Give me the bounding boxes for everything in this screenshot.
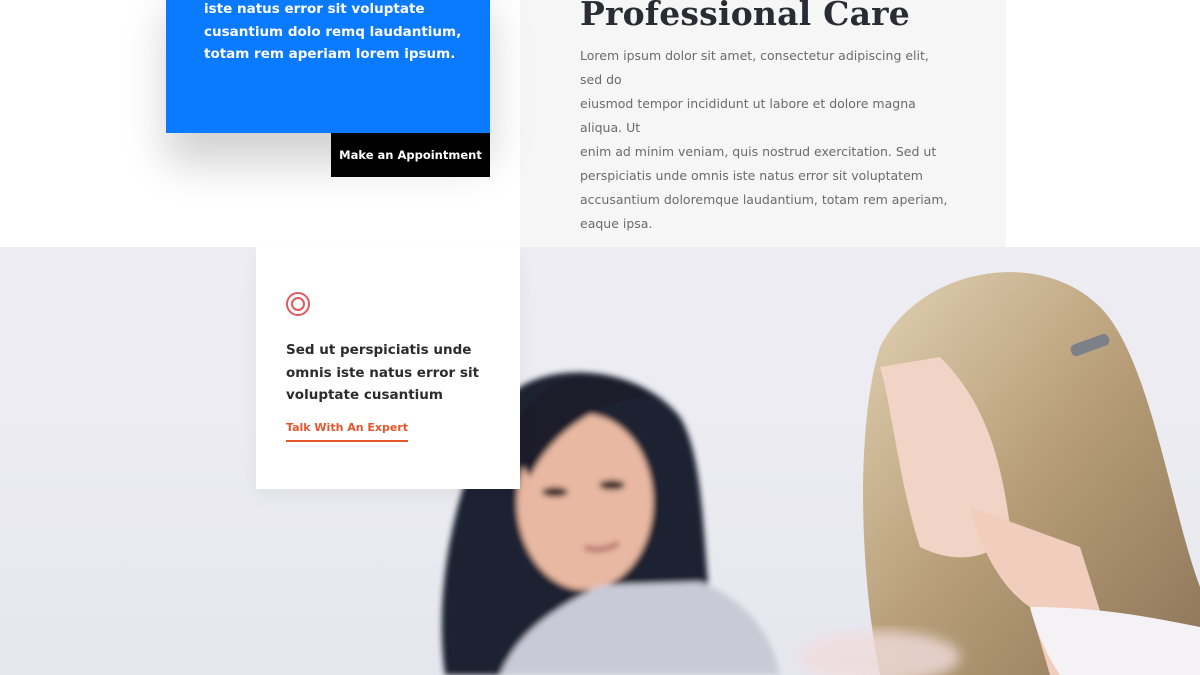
talk-with-expert-link[interactable]: Talk With An Expert: [286, 421, 409, 442]
page-title: Professional Care: [580, 0, 910, 33]
two-women-photo-illustration: [441, 272, 1200, 675]
feature-title-line: Sed ut perspiciatis unde: [286, 342, 472, 358]
feature-card-title: Sed ut perspiciatis unde omnis iste natu…: [286, 339, 486, 407]
callout-line: cusantium dolo remq laudantium,: [204, 23, 462, 40]
hero-photo: [0, 247, 1200, 675]
paragraph-line: enim ad minim veniam, quis nostrud exerc…: [580, 144, 937, 159]
target-icon: [286, 292, 310, 316]
paragraph-line: Lorem ipsum dolor sit amet, consectetur …: [580, 48, 929, 87]
intro-paragraph: Lorem ipsum dolor sit amet, consectetur …: [580, 44, 950, 236]
make-appointment-button[interactable]: Make an Appointment: [331, 133, 490, 177]
paragraph-line: eiusmod tempor incididunt ut labore et d…: [580, 96, 916, 135]
feature-title-line: omnis iste natus error sit: [286, 364, 480, 381]
paragraph-line: eaque ipsa.: [580, 216, 653, 231]
page: Professional Care Lorem ipsum dolor sit …: [0, 0, 1200, 675]
paragraph-line: accusantium doloremque laudantium, totam…: [580, 192, 948, 207]
feature-title-line: voluptate cusantium: [286, 387, 443, 403]
callout-line: totam rem aperiam lorem ipsum.: [204, 46, 456, 62]
callout-line: iste natus error sit voluptate: [204, 1, 425, 17]
blue-callout-text: iste natus error sit voluptate cusantium…: [204, 0, 484, 66]
paragraph-line: perspiciatis unde omnis iste natus error…: [580, 168, 923, 183]
